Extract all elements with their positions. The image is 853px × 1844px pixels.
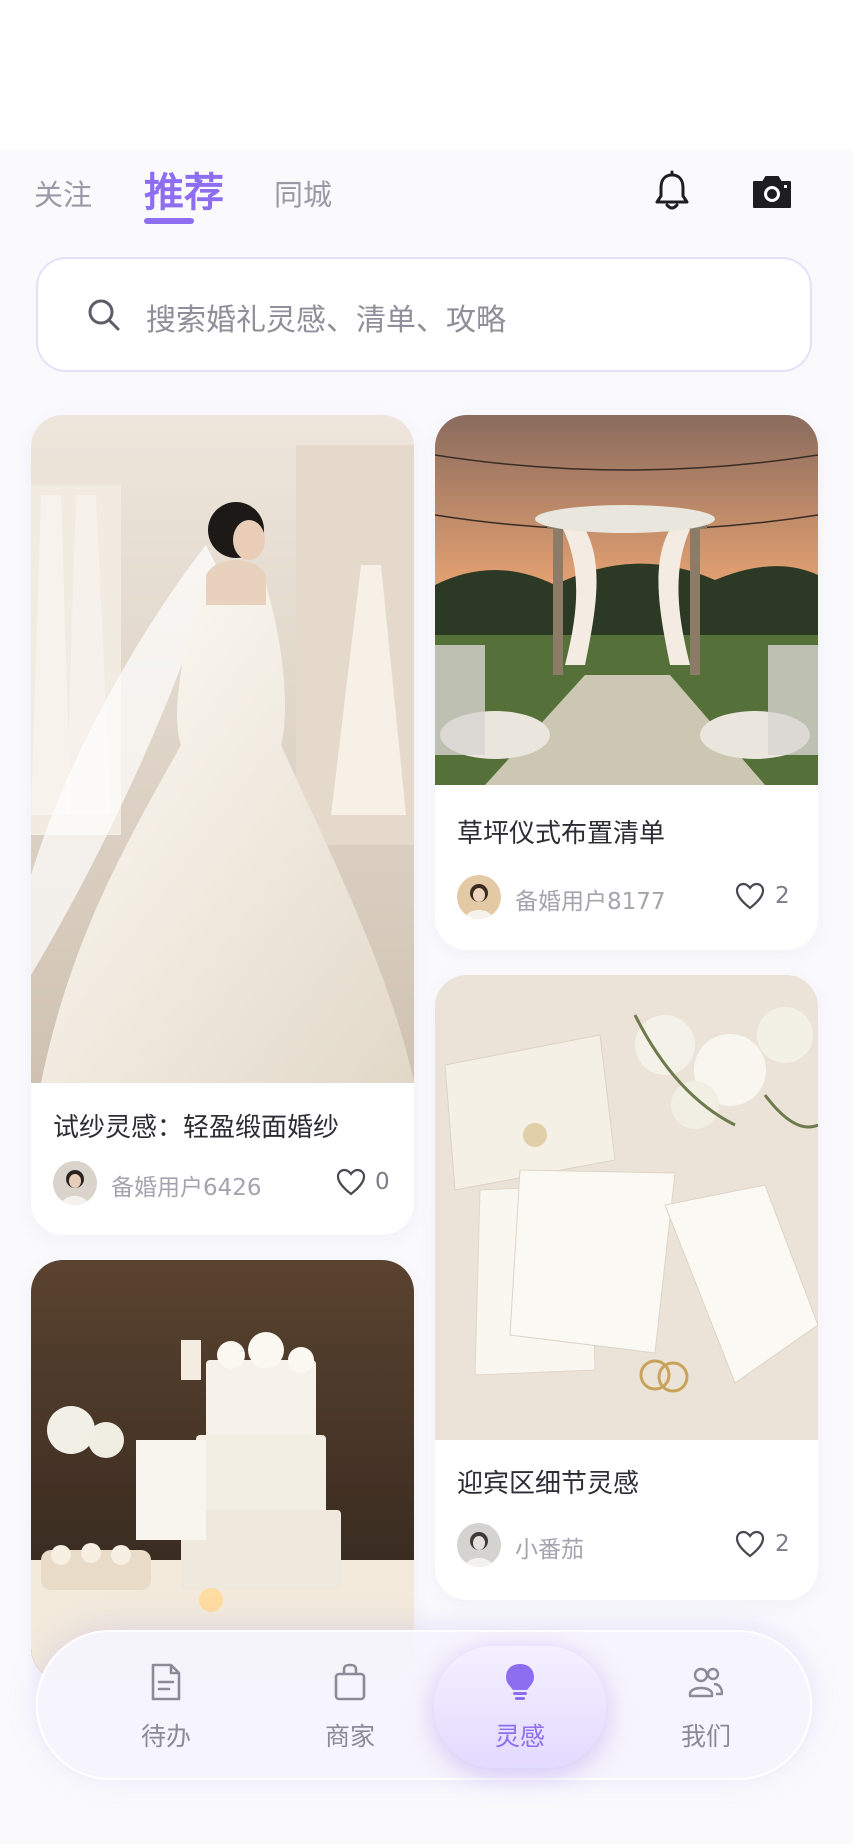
tab-recommend[interactable]: 推荐 [144,160,224,218]
heart-icon[interactable] [735,882,765,910]
card-title: 试纱灵感：轻盈缎面婚纱 [53,1113,340,1143]
like-count: 2 [775,883,790,909]
active-tab-indicator [144,218,194,224]
feed-card[interactable]: 迎宾区细节灵感 小番茄 2 [435,975,818,1600]
card-image [31,415,414,1083]
bell-icon[interactable] [650,170,694,214]
nav-item-todo[interactable]: 待办 [76,1632,256,1782]
feed-card[interactable]: 试纱灵感：轻盈缎面婚纱 备婚用户6426 0 [31,415,414,1235]
tab-follow[interactable]: 关注 [34,172,92,214]
tab-local[interactable]: 同城 [274,172,332,214]
nav-label: 待办 [140,1722,191,1751]
users-icon [688,1667,724,1698]
document-icon [151,1663,181,1701]
card-image [435,415,818,785]
heart-icon[interactable] [735,1530,765,1558]
search-icon [88,299,120,331]
card-image [435,975,818,1440]
bottom-nav: 待办 商家 灵感 我们 [36,1630,812,1780]
status-bar-area [0,0,853,150]
heart-icon[interactable] [336,1168,366,1196]
avatar[interactable] [457,1523,501,1567]
card-username: 备婚用户6426 [111,1175,262,1201]
search-bar[interactable]: 搜索婚礼灵感、清单、攻略 [36,257,812,372]
nav-item-us[interactable]: 我们 [616,1632,796,1782]
card-username: 小番茄 [515,1537,584,1563]
nav-label: 灵感 [494,1722,545,1751]
nav-label: 我们 [680,1722,731,1751]
nav-item-merchants[interactable]: 商家 [260,1632,440,1782]
search-placeholder: 搜索婚礼灵感、清单、攻略 [146,303,506,338]
camera-icon[interactable] [750,170,794,214]
feed-card[interactable] [31,1260,414,1680]
card-image [31,1260,414,1680]
avatar[interactable] [457,875,501,919]
nav-item-inspiration[interactable]: 灵感 [430,1632,610,1782]
avatar[interactable] [53,1161,97,1205]
card-title: 迎宾区细节灵感 [457,1469,640,1499]
lightbulb-icon [506,1664,534,1700]
card-username: 备婚用户8177 [515,889,666,915]
like-count: 0 [375,1169,390,1195]
nav-label: 商家 [324,1722,375,1751]
shopping-bag-icon [334,1663,366,1701]
like-count: 2 [775,1531,790,1557]
card-title: 草坪仪式布置清单 [457,819,666,849]
feed-card[interactable]: 草坪仪式布置清单 备婚用户8177 2 [435,415,818,950]
